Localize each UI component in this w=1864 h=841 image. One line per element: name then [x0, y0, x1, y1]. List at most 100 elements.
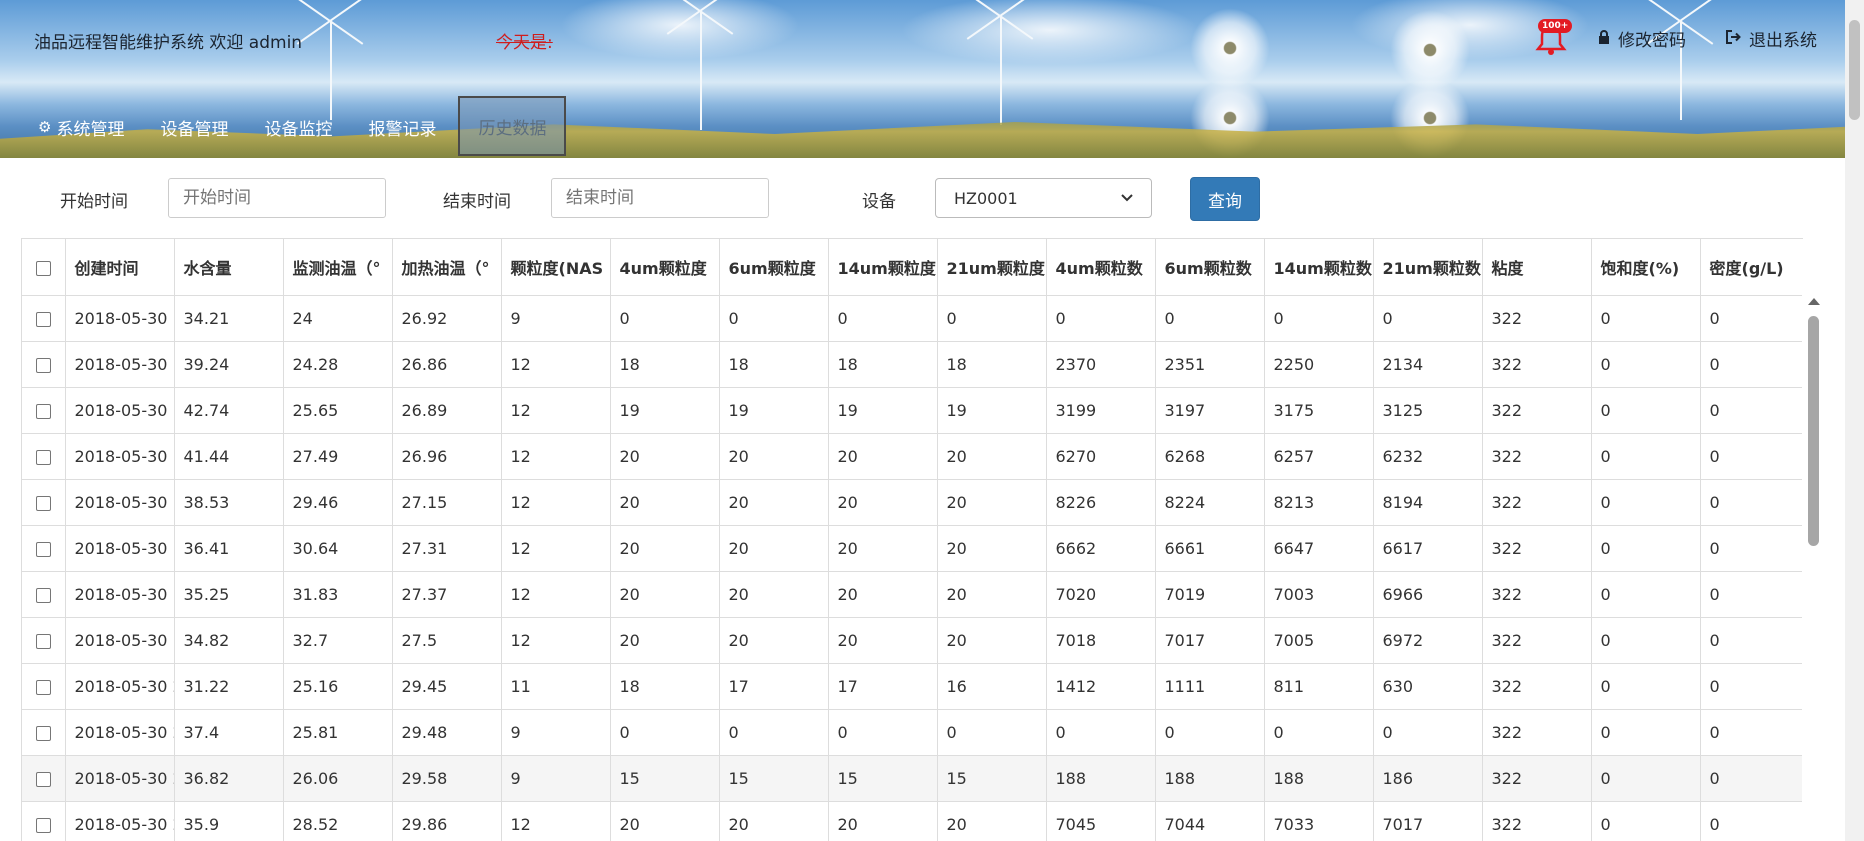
- table-row[interactable]: 2018-05-30 1 34.82 32.7 27.5 12 20 20 20 20 7018 7…: [22, 617, 1803, 664]
- nav-item-system-management[interactable]: ⚙ 系统管理: [0, 96, 142, 158]
- row-checkbox[interactable]: [35, 542, 51, 557]
- select-all-checkbox[interactable]: [35, 260, 51, 276]
- column-header[interactable]: 密度(g/L): [1700, 239, 1803, 296]
- table-cell: 18: [610, 663, 720, 710]
- nav-item-history-data[interactable]: 历史数据: [458, 96, 567, 156]
- table-cell: 6647: [1264, 525, 1374, 572]
- column-header[interactable]: 14um颗粒数: [1264, 239, 1374, 296]
- table-row[interactable]: 2018-05-30 1 39.24 24.28 26.86 12 18 18 18 18 237…: [22, 341, 1803, 388]
- table-cell: 32.7: [283, 617, 393, 664]
- table-cell: 7018: [1046, 617, 1156, 664]
- table-cell: 2018-05-30 2: [65, 709, 175, 756]
- table-cell: 188: [1264, 755, 1374, 802]
- table-cell: 322: [1482, 801, 1592, 841]
- scroll-up-icon[interactable]: [1808, 298, 1820, 305]
- page-scrollbar[interactable]: [1845, 0, 1864, 841]
- column-header[interactable]: 4um颗粒度: [610, 239, 720, 296]
- start-time-input[interactable]: [168, 178, 386, 218]
- table-cell: 20: [719, 525, 829, 572]
- table-cell: 18: [610, 341, 720, 388]
- column-header[interactable]: 饱和度(%): [1591, 239, 1701, 296]
- table-cell: 20: [828, 479, 938, 526]
- table-row[interactable]: 2018-05-30 2 31.22 25.16 29.45 11 18 17 17 16 141…: [22, 663, 1803, 710]
- row-checkbox[interactable]: [35, 450, 51, 465]
- table-cell: 20: [610, 617, 720, 664]
- table-cell: 2134: [1373, 341, 1483, 388]
- table-row[interactable]: 2018-05-30 1 34.21 24 26.92 9 0 0 0 0 0 0 0 0 322 0 0: [22, 295, 1803, 342]
- row-checkbox[interactable]: [35, 358, 51, 373]
- row-checkbox[interactable]: [35, 726, 51, 741]
- table-cell: 1111: [1155, 663, 1265, 710]
- table-row[interactable]: 2018-05-30 2 36.82 26.06 29.58 9 15 15 15 15 188 1…: [22, 755, 1803, 802]
- table-row[interactable]: 2018-05-30 2 35.9 28.52 29.86 12 20 20 20 20 7045…: [22, 801, 1803, 841]
- row-checkbox[interactable]: [35, 404, 51, 419]
- query-button[interactable]: 查询: [1190, 177, 1260, 221]
- table-cell: 322: [1482, 341, 1592, 388]
- row-checkbox[interactable]: [35, 312, 51, 327]
- row-checkbox[interactable]: [35, 680, 51, 695]
- table-cell: 17: [828, 663, 938, 710]
- column-header[interactable]: 监测油温（°: [283, 239, 393, 296]
- table-cell: 2370: [1046, 341, 1156, 388]
- table-cell: 3199: [1046, 387, 1156, 434]
- table-cell: 25.81: [283, 709, 393, 756]
- row-select-cell: [22, 755, 66, 802]
- table-row[interactable]: 2018-05-30 1 36.41 30.64 27.31 12 20 20 20 20 666…: [22, 525, 1803, 572]
- table-cell: 0: [1155, 295, 1265, 342]
- change-password-link[interactable]: 修改密码: [1598, 26, 1686, 51]
- column-header[interactable]: 粘度: [1482, 239, 1592, 296]
- wind-turbine-image: [1000, 15, 1002, 125]
- table-cell: 29.86: [392, 801, 502, 841]
- table-cell: 0: [1591, 341, 1701, 388]
- column-header[interactable]: 6um颗粒度: [719, 239, 829, 296]
- device-select[interactable]: HZ0001: [935, 178, 1152, 218]
- row-checkbox[interactable]: [35, 772, 51, 787]
- row-checkbox[interactable]: [35, 496, 51, 511]
- table-cell: 0: [828, 709, 938, 756]
- row-select-cell: [22, 617, 66, 664]
- table-scrollbar[interactable]: [1802, 288, 1824, 841]
- row-select-cell: [22, 709, 66, 756]
- row-checkbox[interactable]: [35, 634, 51, 649]
- table-cell: 29.45: [392, 663, 502, 710]
- row-select-cell: [22, 801, 66, 841]
- nav-item-device-management[interactable]: 设备管理: [142, 96, 246, 158]
- table-cell: 630: [1373, 663, 1483, 710]
- column-header[interactable]: 颗粒度(NAS: [501, 239, 611, 296]
- table-row[interactable]: 2018-05-30 2 37.4 25.81 29.48 9 0 0 0 0 0 0 0 0 322 0 0: [22, 709, 1803, 756]
- column-header[interactable]: 6um颗粒数: [1155, 239, 1265, 296]
- table-cell: 186: [1373, 755, 1483, 802]
- table-cell: 34.21: [174, 295, 284, 342]
- table-scrollbar-thumb[interactable]: [1808, 316, 1819, 546]
- row-checkbox[interactable]: [35, 818, 51, 833]
- table-cell: 8226: [1046, 479, 1156, 526]
- end-time-input[interactable]: [551, 178, 769, 218]
- table-cell: 322: [1482, 479, 1592, 526]
- column-header[interactable]: 14um颗粒度: [828, 239, 938, 296]
- nav-item-alarm-records[interactable]: 报警记录: [350, 96, 454, 158]
- table-cell: 2018-05-30 1: [65, 295, 175, 342]
- logout-link[interactable]: 退出系统: [1726, 26, 1817, 51]
- column-header[interactable]: 加热油温（°: [392, 239, 502, 296]
- table-cell: 31.22: [174, 663, 284, 710]
- table-cell: 35.9: [174, 801, 284, 841]
- column-header[interactable]: 水含量: [174, 239, 284, 296]
- table-cell: 0: [1700, 433, 1803, 480]
- column-header[interactable]: 4um颗粒数: [1046, 239, 1156, 296]
- table-cell: 2018-05-30 1: [65, 617, 175, 664]
- column-header[interactable]: 21um颗粒数: [1373, 239, 1483, 296]
- column-header[interactable]: 21um颗粒度: [937, 239, 1047, 296]
- table-cell: 7017: [1373, 801, 1483, 841]
- table-cell: 9: [501, 755, 611, 802]
- table-row[interactable]: 2018-05-30 1 38.53 29.46 27.15 12 20 20 20 20 822…: [22, 479, 1803, 526]
- table-row[interactable]: 2018-05-30 1 42.74 25.65 26.89 12 19 19 19 19 319…: [22, 387, 1803, 434]
- table-cell: 12: [501, 525, 611, 572]
- table-row[interactable]: 2018-05-30 1 41.44 27.49 26.96 12 20 20 20 20 627…: [22, 433, 1803, 480]
- row-select-cell: [22, 663, 66, 710]
- page-scrollbar-thumb[interactable]: [1849, 20, 1860, 120]
- table-cell: 0: [1700, 387, 1803, 434]
- row-checkbox[interactable]: [35, 588, 51, 603]
- nav-item-device-monitoring[interactable]: 设备监控: [246, 96, 350, 158]
- table-row[interactable]: 2018-05-30 1 35.25 31.83 27.37 12 20 20 20 20 702…: [22, 571, 1803, 618]
- column-header[interactable]: 创建时间: [65, 239, 175, 296]
